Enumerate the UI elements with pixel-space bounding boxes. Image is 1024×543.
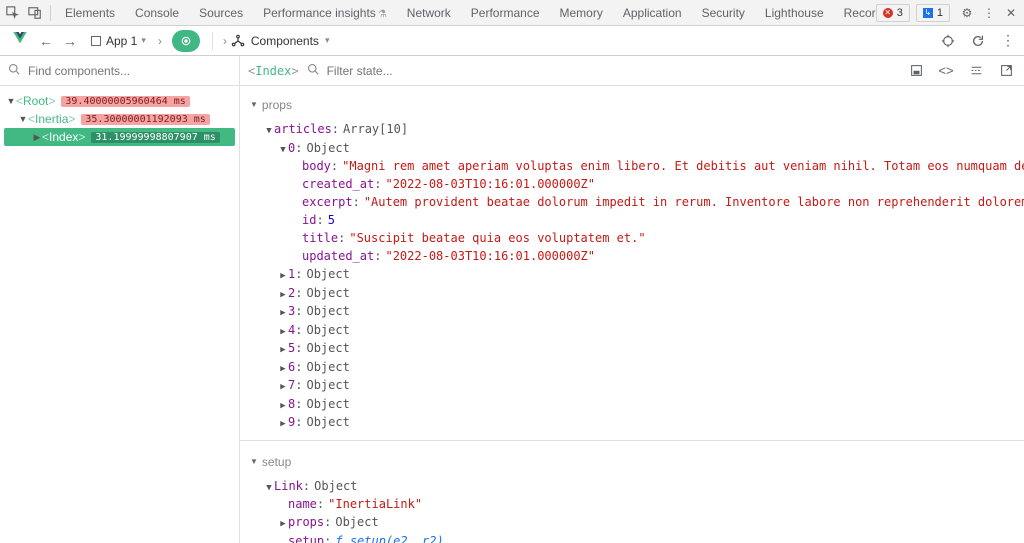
- chevron-down-icon: ▾: [325, 35, 330, 46]
- prop-row[interactable]: ▶5:Object: [250, 339, 1014, 358]
- prop-row[interactable]: title:"Suscipit beatae quia eos voluptat…: [250, 229, 1014, 247]
- vue-logo-icon: [12, 30, 28, 51]
- inspect-dom-icon[interactable]: [966, 61, 986, 81]
- section-header-props[interactable]: ▼props: [250, 92, 1014, 120]
- render-timing-badge: 39.40000005960464 ms: [61, 96, 189, 107]
- prop-row[interactable]: name:"InertiaLink": [250, 495, 1014, 513]
- prop-row[interactable]: ▶4:Object: [250, 321, 1014, 340]
- kebab-menu-icon[interactable]: ⋮: [978, 2, 1000, 24]
- tab-perf-insights[interactable]: Performance insights⚗: [253, 0, 397, 26]
- search-icon: [307, 63, 319, 78]
- prop-row[interactable]: updated_at:"2022-08-03T10:16:01.000000Z": [250, 247, 1014, 265]
- show-render-code-icon[interactable]: <>: [936, 61, 956, 81]
- inspector-tab-components-icon[interactable]: [172, 30, 200, 52]
- prop-row[interactable]: ▶9:Object: [250, 413, 1014, 432]
- prop-row[interactable]: excerpt:"Autem provident beatae dolorum …: [250, 193, 1014, 211]
- selected-component-crumb: <Index>: [248, 64, 299, 78]
- render-timing-badge: 35.30000001192093 ms: [81, 114, 209, 125]
- nav-back-icon[interactable]: ←: [34, 29, 58, 53]
- prop-row[interactable]: ▶1:Object: [250, 265, 1014, 284]
- app-selector[interactable]: App 1 ▾: [82, 29, 154, 53]
- tree-node-root[interactable]: ▼ <Root> 39.40000005960464 ms: [4, 92, 235, 110]
- render-timing-badge: 31.19999998807907 ms: [91, 132, 219, 143]
- vue-devtools-toolbar: ← → App 1 ▾ › › Components ▾ ⋮: [0, 26, 1024, 56]
- breadcrumb-separator: ›: [154, 34, 166, 48]
- component-tree-pane: ▼ <Root> 39.40000005960464 ms ▼ <Inertia…: [0, 56, 240, 543]
- prop-row[interactable]: ▶8:Object: [250, 395, 1014, 414]
- close-devtools-icon[interactable]: ✕: [1000, 2, 1022, 24]
- prop-row[interactable]: ▶2:Object: [250, 284, 1014, 303]
- breadcrumb-separator: ›: [219, 34, 231, 48]
- section-header-setup[interactable]: ▼setup: [250, 449, 1014, 477]
- filter-state-input[interactable]: [325, 63, 484, 79]
- error-count-pill[interactable]: ✕3: [876, 4, 910, 22]
- find-components-input[interactable]: [26, 63, 231, 79]
- scroll-into-view-icon[interactable]: [906, 61, 926, 81]
- prop-row[interactable]: created_at:"2022-08-03T10:16:01.000000Z": [250, 175, 1014, 193]
- component-tree: ▼ <Root> 39.40000005960464 ms ▼ <Inertia…: [0, 86, 239, 152]
- tab-network[interactable]: Network: [397, 0, 461, 26]
- inspector-header: <Index> <>: [240, 56, 1024, 86]
- state-inspector-pane: <Index> <> ▼pro: [240, 56, 1024, 543]
- search-icon: [8, 63, 20, 78]
- tab-memory[interactable]: Memory: [550, 0, 613, 26]
- tree-node-index[interactable]: ▶ <Index> 31.19999998807907 ms: [4, 128, 235, 146]
- inspect-element-icon[interactable]: [2, 2, 24, 24]
- prop-row[interactable]: setup:ƒ setup(e2, r2): [250, 532, 1014, 543]
- prop-row[interactable]: ▼Link:Object: [250, 477, 1014, 496]
- prop-row[interactable]: body:"Magni rem amet aperiam voluptas en…: [250, 157, 1014, 175]
- nav-forward-icon[interactable]: →: [58, 29, 82, 53]
- tab-console[interactable]: Console: [125, 0, 189, 26]
- message-count-pill[interactable]: ↳1: [916, 4, 950, 22]
- tab-performance[interactable]: Performance: [461, 0, 550, 26]
- prop-row[interactable]: ▶props:Object: [250, 513, 1014, 532]
- devtools-tab-bar: Elements Console Sources Performance ins…: [0, 0, 1024, 26]
- components-dropdown[interactable]: Components ▾: [231, 34, 330, 48]
- prop-row[interactable]: id:5: [250, 211, 1014, 229]
- settings-gear-icon[interactable]: ⚙: [956, 2, 978, 24]
- prop-row[interactable]: ▶7:Object: [250, 376, 1014, 395]
- devtools-tabs: Elements Console Sources Performance ins…: [55, 0, 876, 26]
- prop-row[interactable]: ▶3:Object: [250, 302, 1014, 321]
- tab-lighthouse[interactable]: Lighthouse: [755, 0, 834, 26]
- target-select-icon[interactable]: [938, 31, 958, 51]
- tab-sources[interactable]: Sources: [189, 0, 253, 26]
- refresh-icon[interactable]: [968, 31, 988, 51]
- chevron-down-icon: ▾: [141, 35, 146, 46]
- prop-row[interactable]: ▼articles:Array[10]: [250, 120, 1014, 139]
- open-in-editor-icon[interactable]: [996, 61, 1016, 81]
- prop-row[interactable]: ▶6:Object: [250, 358, 1014, 377]
- tab-elements[interactable]: Elements: [55, 0, 125, 26]
- tab-security[interactable]: Security: [692, 0, 755, 26]
- prop-row[interactable]: ▼0:Object: [250, 139, 1014, 158]
- tab-application[interactable]: Application: [613, 0, 692, 26]
- kebab-menu-icon[interactable]: ⋮: [998, 31, 1018, 51]
- device-toolbar-icon[interactable]: [24, 2, 46, 24]
- tab-recorder[interactable]: Recorder⚗: [834, 0, 876, 26]
- tree-node-inertia[interactable]: ▼ <Inertia> 35.30000001192093 ms: [4, 110, 235, 128]
- app-name: App 1: [106, 34, 137, 48]
- find-components-row: [0, 56, 239, 86]
